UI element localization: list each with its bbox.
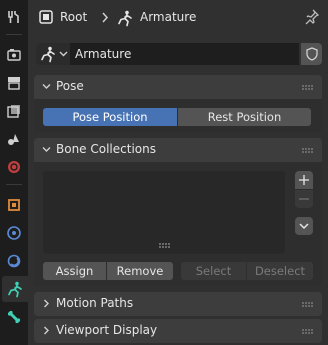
plus-icon [299,175,309,185]
remove-button[interactable]: Remove [107,262,173,280]
object-icon [8,199,20,211]
viewport-display-panel-header[interactable]: Viewport Display [34,319,322,343]
breadcrumb-root: Root [60,10,88,24]
pose-panel-header[interactable]: Pose [34,75,322,99]
modifiers-icon [7,226,21,240]
panel-title: Pose [56,79,84,93]
physics-tab[interactable] [2,248,26,274]
scene-collection-icon [39,10,53,24]
panel-title: Viewport Display [56,323,158,337]
render-icon [7,49,21,61]
properties-tab-bar [0,0,28,345]
bone-collections-panel-header[interactable]: Bone Collections [34,138,322,162]
tool-tab[interactable] [2,4,26,30]
minus-icon [299,198,309,200]
panel-title: Motion Paths [56,296,134,310]
drag-handle-icon[interactable] [302,85,314,90]
scene-tab[interactable] [2,126,26,152]
scene-icon [8,134,19,145]
world-tab[interactable] [2,154,26,180]
view-layer-tab[interactable] [2,98,26,124]
bone-collection-specials-menu[interactable] [295,217,313,235]
breadcrumb-object: Armature [140,10,197,24]
tool-icon [8,11,19,23]
output-icon [8,77,20,90]
motion-paths-panel-header[interactable]: Motion Paths [34,292,322,316]
bone-icon [7,310,21,324]
pose-panel-body: Pose Position Rest Position [34,99,322,132]
view-layer-icon [7,105,20,118]
chevron-right-icon [102,12,109,23]
armature-icon [118,10,132,27]
bone-collections-list[interactable] [43,171,285,254]
object-tab[interactable] [2,192,26,218]
fake-user-button[interactable] [301,43,322,65]
chevron-right-icon [44,299,49,308]
chevron-down-icon [299,222,309,229]
drag-handle-icon[interactable] [302,148,314,153]
chevron-down-icon [42,147,51,152]
chevron-down-icon [59,51,68,57]
armature-datablock-selector: Armature [36,43,322,65]
drag-handle-icon[interactable] [302,329,314,334]
drag-handle-icon[interactable] [302,302,314,307]
bone-tab[interactable] [2,304,26,330]
render-tab[interactable] [2,42,26,68]
pose-position-button[interactable]: Pose Position [43,108,177,126]
panel-title: Bone Collections [56,142,156,156]
world-icon [8,161,20,173]
physics-icon [7,254,21,268]
bone-collections-panel-body: Assign Remove Select Deselect [34,162,322,286]
object-data-tab[interactable] [2,276,28,302]
select-button[interactable]: Select [181,262,246,280]
pin-icon[interactable] [305,9,319,25]
deselect-button[interactable]: Deselect [247,262,313,280]
shield-icon [305,47,318,61]
modifiers-tab[interactable] [2,220,26,246]
add-bone-collection-button[interactable] [295,171,313,189]
breadcrumb: Root Armature [28,0,328,36]
list-resize-grip-icon[interactable] [159,243,171,248]
rest-position-button[interactable]: Rest Position [177,108,311,126]
remove-bone-collection-button[interactable] [295,190,313,208]
output-tab[interactable] [2,70,26,96]
datablock-browse-button[interactable] [36,43,70,65]
chevron-right-icon [44,326,49,335]
object-data-armature-icon [8,281,22,298]
datablock-name-field[interactable]: Armature [70,43,299,65]
chevron-down-icon [42,84,51,89]
armature-icon [41,46,55,63]
assign-button[interactable]: Assign [43,262,106,280]
properties-editor: Root Armature Armature Pose Pose Positio… [28,0,328,345]
